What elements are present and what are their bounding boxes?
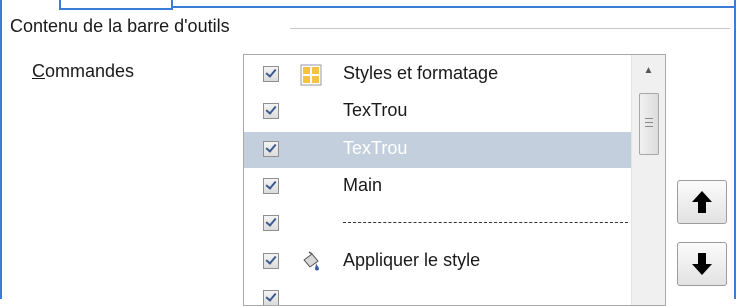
thumb-grip [645, 126, 653, 127]
move-up-button[interactable] [677, 180, 727, 224]
item-label: Appliquer le style [343, 250, 481, 270]
list-item[interactable] [244, 281, 632, 305]
group-divider [290, 28, 730, 29]
vertical-scrollbar[interactable]: ▲ [631, 55, 665, 305]
item-checkbox[interactable] [263, 253, 279, 269]
page-frame-left [0, 0, 2, 299]
separator-line [343, 222, 628, 223]
thumb-grip [645, 118, 653, 119]
list-item[interactable]: Main [244, 169, 632, 205]
item-label: TexTrou [343, 138, 408, 158]
item-label: Styles et formatage [343, 63, 499, 83]
commands-listbox[interactable]: Styles et formatage TexTrou TexTrou Main App… [243, 54, 666, 306]
list-item[interactable]: Appliquer le style [244, 244, 632, 280]
arrow-down-icon [692, 253, 712, 275]
item-label: TexTrou [343, 100, 408, 120]
commands-mnemonic: C [32, 61, 45, 81]
item-checkbox[interactable] [263, 66, 279, 82]
move-down-button[interactable] [677, 242, 727, 286]
scroll-up-arrow-icon[interactable]: ▲ [632, 55, 665, 85]
page-frame-top [169, 6, 736, 8]
commands-label-rest: ommandes [45, 61, 135, 81]
item-checkbox[interactable] [263, 290, 279, 305]
list-item[interactable]: Styles et formatage [244, 57, 632, 93]
styles-formatting-icon [300, 64, 322, 86]
list-item[interactable]: TexTrou [244, 94, 632, 130]
arrow-up-icon [692, 191, 712, 213]
item-checkbox[interactable] [263, 178, 279, 194]
commands-label: Commandes [32, 61, 134, 82]
list-item[interactable] [244, 206, 632, 242]
paint-bucket-icon [300, 251, 322, 273]
scroll-thumb[interactable] [639, 93, 659, 155]
item-checkbox[interactable] [263, 141, 279, 157]
item-checkbox[interactable] [263, 103, 279, 119]
active-tab-edge[interactable] [59, 0, 173, 10]
item-checkbox[interactable] [263, 215, 279, 231]
group-title: Contenu de la barre d'outils [10, 16, 236, 37]
list-item[interactable]: TexTrou [244, 132, 632, 168]
thumb-grip [645, 122, 653, 123]
item-label: Main [343, 175, 383, 195]
